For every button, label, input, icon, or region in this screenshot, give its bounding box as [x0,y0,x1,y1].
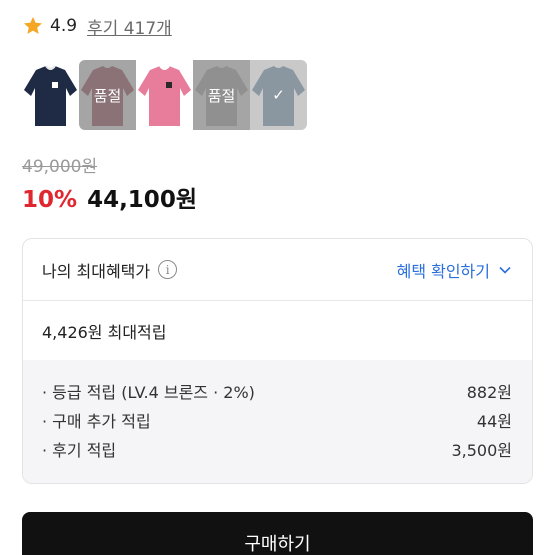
benefit-box: 나의 최대혜택가 i 혜택 확인하기 4,426원 최대적립 · 등급 적립 (… [22,238,533,484]
detail-value: 882원 [466,382,512,402]
benefit-check-link[interactable]: 혜택 확인하기 [397,258,512,282]
detail-row-purchase: · 구매 추가 적립 44원 [42,405,512,434]
detail-row-grade: · 등급 적립 (LV.4 브론즈 · 2%) 882원 [42,376,512,405]
buy-button[interactable]: 구매하기 [22,512,533,555]
detail-row-review: · 후기 적립 3,500원 [42,434,512,463]
info-icon[interactable]: i [158,260,178,279]
detail-value: 44원 [476,411,512,431]
chevron-down-icon [499,266,511,274]
benefit-title: 나의 최대혜택가 [42,261,151,281]
swatch-mauve[interactable]: 품절 [79,60,136,130]
shirt-icon [22,60,79,130]
rating-row: 4.9 후기 417개 [22,12,172,40]
rating-score: 4.9 [50,16,78,36]
star-icon [24,17,42,34]
soldout-label: 품절 [193,60,250,130]
swatch-grey[interactable]: 품절 [193,60,250,130]
selected-check-icon: ✓ [250,60,307,130]
original-price: 49,000원 [22,157,98,177]
detail-label: · 등급 적립 (LV.4 브론즈 · 2%) [42,382,255,402]
detail-value: 3,500원 [451,440,512,460]
shirt-icon [136,60,193,130]
swatch-pink[interactable] [136,60,193,130]
review-count-link[interactable]: 후기 417개 [87,14,172,39]
swatch-navy[interactable] [22,60,79,130]
swatch-group: 품절 품절 ✓ [79,60,307,130]
discount-rate: 10% [22,187,78,213]
benefit-details: · 등급 적립 (LV.4 브론즈 · 2%) 882원 · 구매 추가 적립 … [23,360,532,483]
benefit-title-group: 나의 최대혜택가 i [42,258,178,282]
soldout-label: 품절 [79,60,136,130]
max-points: 4,426원 최대적립 [42,322,167,342]
final-price: 44,100원 [87,187,197,213]
benefit-check-label: 혜택 확인하기 [396,261,490,281]
color-swatches: 품절 품절 ✓ [22,60,307,130]
benefit-header: 나의 최대혜택가 i 혜택 확인하기 [23,239,532,301]
swatch-blue-grey[interactable]: ✓ [250,60,307,130]
detail-label: · 구매 추가 적립 [42,411,151,431]
detail-label: · 후기 적립 [42,440,117,460]
price-row: 10% 44,100원 [22,180,197,214]
